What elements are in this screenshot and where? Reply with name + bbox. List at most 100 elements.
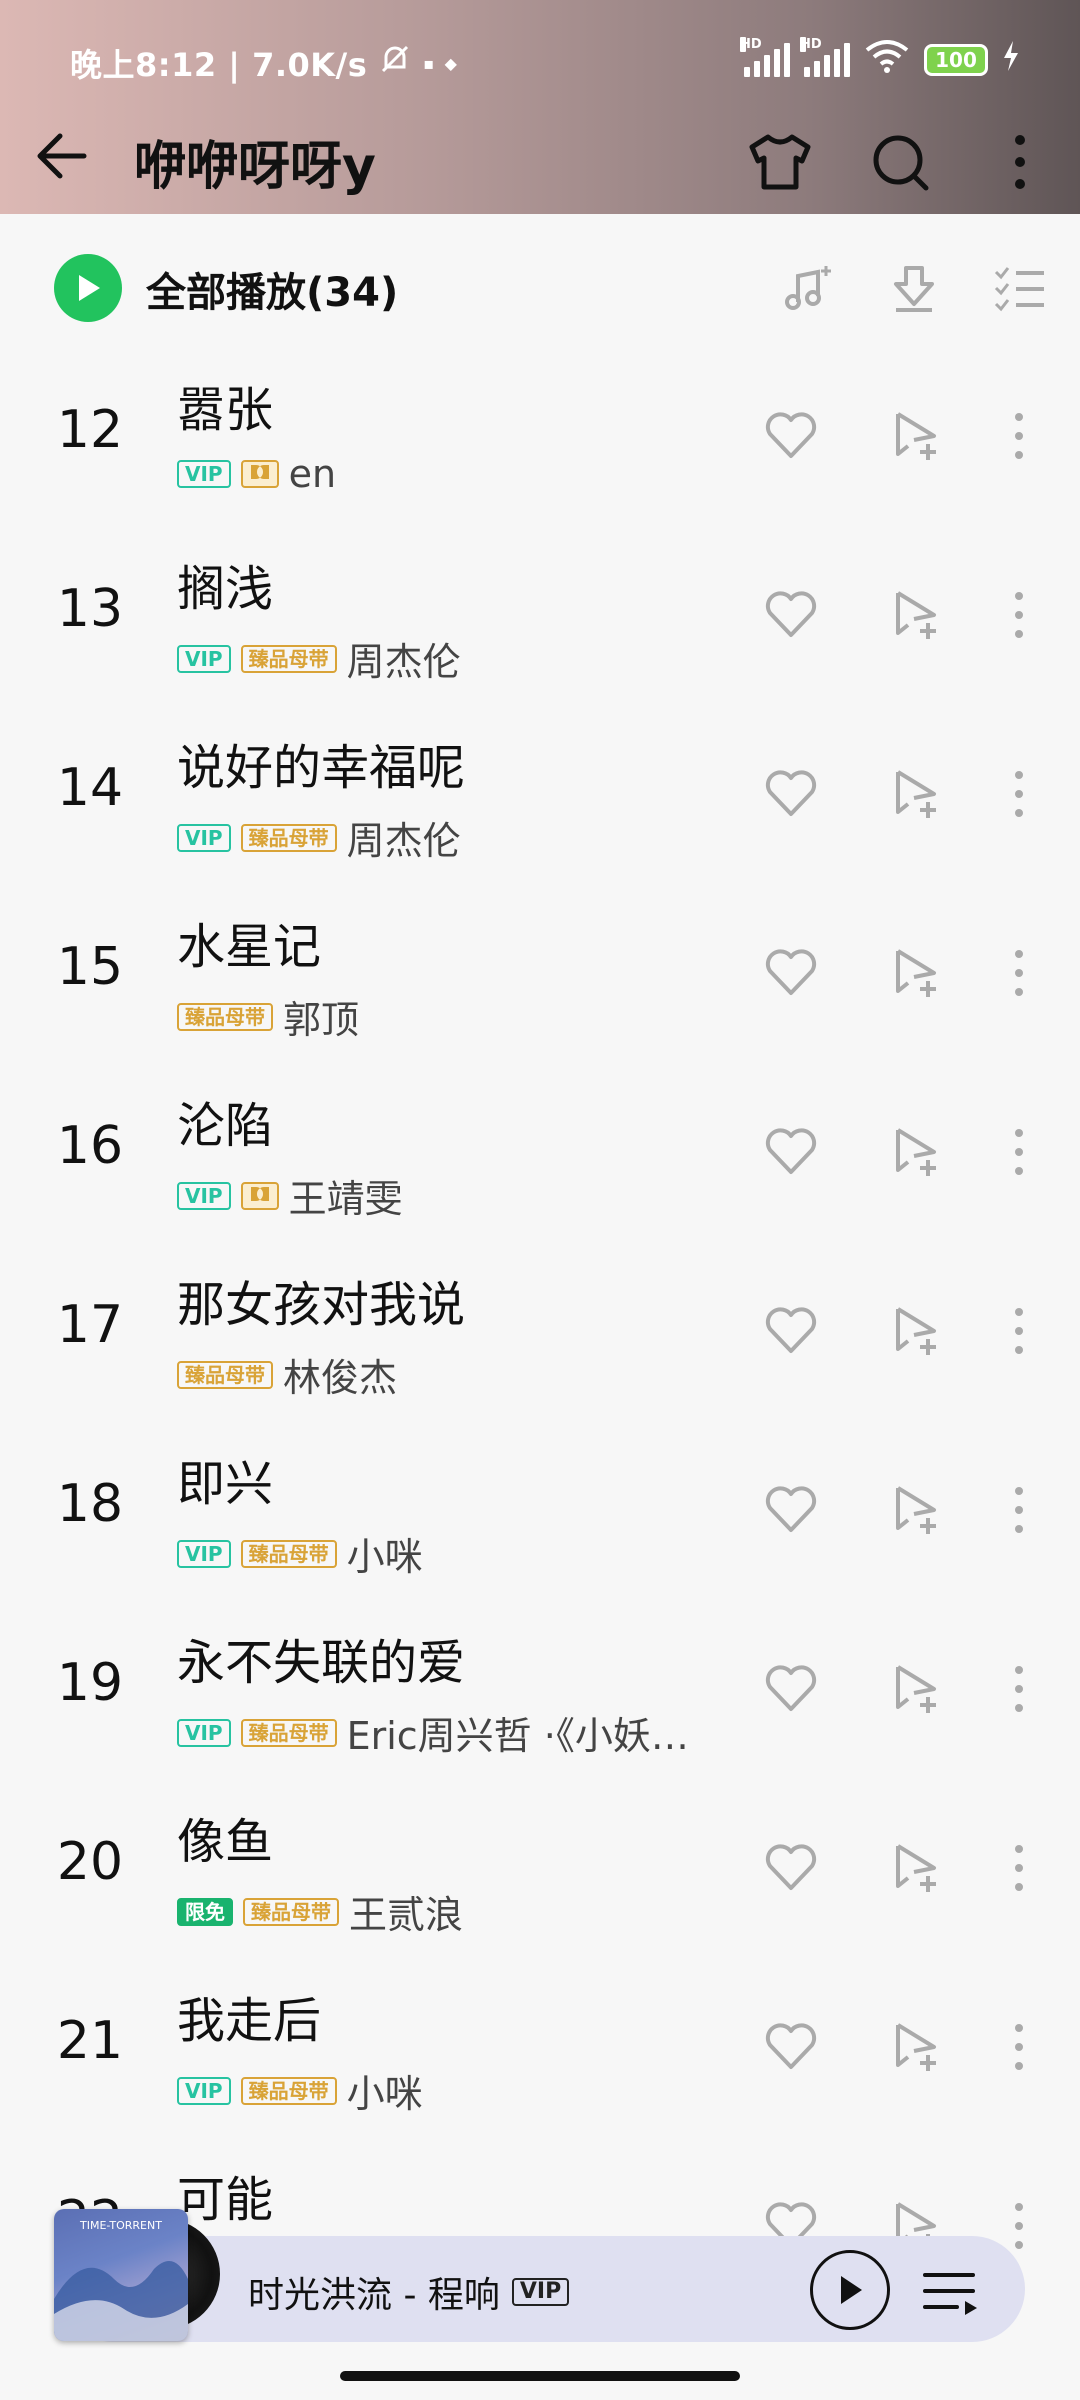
song-meta: VIP 臻品母带 周杰伦 — [177, 810, 461, 865]
heart-icon[interactable] — [728, 1114, 854, 1190]
status-bar: 晚上8:12 | 7.0K/s ▪ ◆ HD HD 100 — [0, 0, 1080, 120]
song-actions — [728, 2009, 1080, 2085]
song-meta: 臻品母带 林俊杰 — [177, 1347, 397, 1402]
song-artist: Eric周兴哲 ·《小妖… — [346, 1714, 689, 1758]
song-row[interactable]: 21 我走后 VIP 臻品母带 小咪 — [0, 1973, 1080, 2152]
song-artist: 小咪 — [346, 2072, 423, 2116]
heart-icon[interactable] — [728, 1472, 854, 1548]
master-quality-tag: 臻品母带 — [243, 1897, 339, 1926]
more-vertical-icon[interactable] — [980, 122, 1060, 202]
add-to-next-icon[interactable] — [854, 1293, 980, 1369]
vip-tag: VIP — [177, 823, 231, 852]
notification-icon: ▪ — [423, 53, 435, 73]
vip-tag: VIP — [177, 1181, 231, 1210]
heart-icon[interactable] — [728, 398, 854, 474]
add-to-next-icon[interactable] — [854, 1651, 980, 1727]
song-actions — [728, 1651, 1080, 1727]
master-quality-tag: 臻品母带 — [240, 644, 337, 673]
add-to-next-icon[interactable] — [854, 2009, 980, 2085]
song-row[interactable]: 14 说好的幸福呢 VIP 臻品母带 周杰伦 — [0, 720, 1080, 899]
song-actions — [728, 1114, 1080, 1190]
dolby-icon — [240, 1181, 279, 1210]
song-more-icon[interactable] — [980, 2009, 1058, 2085]
search-icon[interactable] — [860, 122, 940, 202]
song-title: 永不失联的爱 — [177, 1635, 466, 1691]
heart-icon[interactable] — [728, 935, 854, 1011]
song-row[interactable]: 18 即兴 VIP 臻品母带 小咪 — [0, 1436, 1080, 1615]
mini-player-title[interactable]: 时光洪流 - 程响 VIP — [248, 2266, 570, 2318]
song-meta: VIP en — [177, 452, 336, 496]
download-icon[interactable] — [876, 250, 952, 326]
song-row[interactable]: 17 那女孩对我说 臻品母带 林俊杰 — [0, 1257, 1080, 1436]
song-more-icon[interactable] — [980, 1472, 1058, 1548]
song-more-icon[interactable] — [980, 756, 1058, 832]
song-title: 水星记 — [177, 919, 322, 975]
play-all-row: 全部播放(34) — [0, 214, 1080, 362]
heart-icon[interactable] — [728, 1651, 854, 1727]
song-more-icon[interactable] — [980, 935, 1058, 1011]
playlist-queue-icon[interactable] — [916, 2258, 986, 2328]
add-to-next-icon[interactable] — [854, 1830, 980, 1906]
mute-bell-icon — [377, 41, 413, 85]
back-arrow-icon[interactable] — [30, 124, 94, 188]
song-row[interactable]: 19 永不失联的爱 VIP 臻品母带 Eric周兴哲 ·《小妖… — [0, 1615, 1080, 1794]
song-row[interactable]: 20 像鱼 限免 臻品母带 王贰浪 — [0, 1794, 1080, 1973]
heart-icon[interactable] — [728, 577, 854, 653]
add-to-next-icon[interactable] — [854, 398, 980, 474]
heart-icon[interactable] — [728, 2009, 854, 2085]
song-title: 可能 — [177, 2172, 274, 2228]
add-to-next-icon[interactable] — [854, 1472, 980, 1548]
song-row[interactable]: 15 水星记臻品母带 郭顶 — [0, 899, 1080, 1078]
song-row[interactable]: 12 嚣张 VIP en — [0, 362, 1080, 541]
vip-tag: VIP — [177, 644, 231, 673]
song-index: 17 — [56, 1295, 124, 1355]
song-list: 12 嚣张 VIP en 13 搁浅 VIP 臻品母带 周杰伦 14 说好的幸福呢 VIP 臻品母带 周杰… — [0, 362, 1080, 2331]
song-title: 搁浅 — [177, 561, 274, 617]
song-more-icon[interactable] — [980, 1651, 1058, 1727]
add-to-next-icon[interactable] — [854, 577, 980, 653]
song-artist: 周杰伦 — [346, 819, 461, 863]
song-meta: 臻品母带 郭顶 — [177, 989, 359, 1044]
song-actions — [728, 1472, 1080, 1548]
song-meta: VIP 臻品母带 小咪 — [177, 2063, 423, 2118]
song-more-icon[interactable] — [980, 577, 1058, 653]
heart-icon[interactable] — [728, 1830, 854, 1906]
signal-icon-2: HD — [800, 37, 850, 77]
song-index: 13 — [56, 579, 124, 639]
vip-tag: VIP — [177, 1718, 231, 1747]
vip-tag: VIP — [177, 1539, 231, 1568]
song-artist: 郭顶 — [283, 998, 360, 1042]
tshirt-icon[interactable] — [740, 122, 820, 202]
song-row[interactable]: 16 沦陷 VIP 王靖雯 — [0, 1078, 1080, 1257]
add-to-next-icon[interactable] — [854, 756, 980, 832]
multi-select-icon[interactable] — [982, 250, 1058, 326]
home-indicator[interactable] — [340, 2371, 740, 2381]
song-actions — [728, 756, 1080, 832]
master-quality-tag: 臻品母带 — [240, 823, 337, 852]
song-more-icon[interactable] — [980, 1114, 1058, 1190]
song-more-icon[interactable] — [980, 398, 1058, 474]
heart-icon[interactable] — [728, 756, 854, 832]
album-cover[interactable]: TIME-TORRENT — [54, 2209, 188, 2341]
song-index: 15 — [56, 937, 124, 997]
song-title: 我走后 — [177, 1993, 322, 2049]
mini-play-button[interactable] — [810, 2250, 890, 2330]
play-all-button[interactable] — [54, 254, 122, 322]
song-more-icon[interactable] — [980, 1293, 1058, 1369]
music-add-icon[interactable] — [770, 250, 846, 326]
status-right: HD HD 100 — [740, 37, 1020, 82]
vip-tag: VIP — [177, 2076, 231, 2105]
song-index: 18 — [56, 1474, 124, 1534]
add-to-next-icon[interactable] — [854, 935, 980, 1011]
notification-icon-2: ◆ — [444, 53, 458, 73]
song-index: 21 — [56, 2011, 124, 2071]
play-all-label[interactable]: 全部播放(34) — [146, 260, 398, 318]
song-index: 14 — [56, 758, 124, 818]
song-more-icon[interactable] — [980, 1830, 1058, 1906]
song-row[interactable]: 13 搁浅 VIP 臻品母带 周杰伦 — [0, 541, 1080, 720]
heart-icon[interactable] — [728, 1293, 854, 1369]
add-to-next-icon[interactable] — [854, 1114, 980, 1190]
mini-player-vip-tag: VIP — [511, 2278, 570, 2306]
song-artist: 林俊杰 — [283, 1356, 398, 1400]
song-title: 嚣张 — [177, 382, 274, 438]
